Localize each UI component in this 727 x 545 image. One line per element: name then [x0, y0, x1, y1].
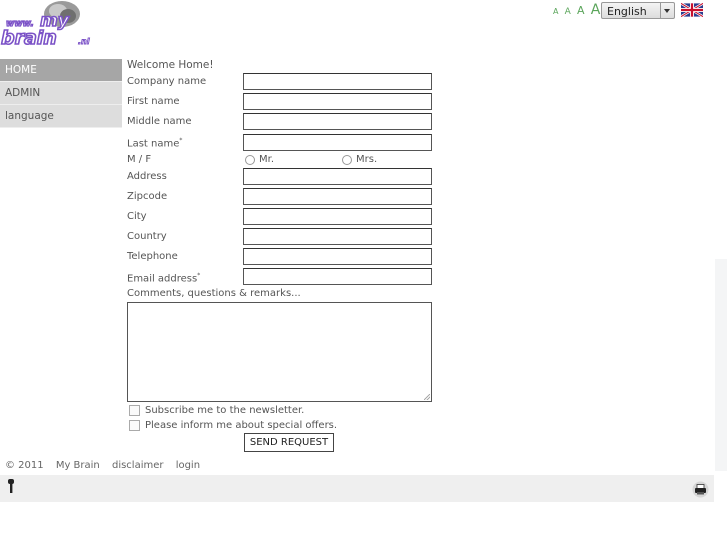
- sidebar-nav: HOME ADMIN language: [0, 59, 122, 128]
- city-label: City: [127, 211, 147, 222]
- key-icon[interactable]: [7, 479, 15, 493]
- middle-name-label: Middle name: [127, 116, 192, 127]
- special-offers-checkbox[interactable]: [129, 420, 140, 431]
- radio-mrs-label: Mrs.: [356, 154, 378, 165]
- font-size-medium[interactable]: A: [577, 4, 585, 17]
- telephone-label: Telephone: [127, 251, 178, 262]
- radio-mr-label: Mr.: [259, 154, 274, 165]
- footer-link-my-brain[interactable]: My Brain: [56, 460, 100, 471]
- middle-name-input[interactable]: [243, 113, 432, 130]
- copyright: © 2011: [5, 460, 44, 471]
- special-offers-label: Please inform me about special offers.: [145, 420, 338, 431]
- footer-link-login[interactable]: login: [176, 460, 200, 471]
- zipcode-input[interactable]: [243, 188, 432, 205]
- font-size-small[interactable]: A: [565, 7, 571, 17]
- required-marker: *: [179, 137, 183, 144]
- page-title: Welcome Home!: [127, 59, 214, 71]
- email-input[interactable]: [243, 268, 432, 285]
- font-size-smallest[interactable]: A: [553, 7, 558, 16]
- site-logo[interactable]: www. my brain .nl: [0, 0, 96, 48]
- last-name-label: Last name*: [127, 137, 182, 149]
- uk-flag-icon[interactable]: [681, 3, 703, 17]
- comments-label: Comments, questions & remarks...: [127, 288, 301, 299]
- sidebar-item-admin[interactable]: ADMIN: [0, 82, 122, 105]
- first-name-label: First name: [127, 96, 180, 107]
- language-select[interactable]: English: [601, 2, 675, 19]
- company-name-input[interactable]: [243, 73, 432, 90]
- chevron-down-icon[interactable]: [660, 3, 674, 18]
- address-label: Address: [127, 171, 167, 182]
- last-name-label-text: Last name: [127, 138, 180, 150]
- first-name-input[interactable]: [243, 93, 432, 110]
- city-input[interactable]: [243, 208, 432, 225]
- company-name-label: Company name: [127, 76, 207, 87]
- sidebar-item-home[interactable]: HOME: [0, 59, 122, 82]
- country-label: Country: [127, 231, 167, 242]
- email-label-text: Email address: [127, 273, 198, 285]
- radio-mr[interactable]: [245, 155, 255, 165]
- footer-link-disclaimer[interactable]: disclaimer: [112, 460, 164, 471]
- last-name-input[interactable]: [243, 134, 432, 151]
- comments-textarea[interactable]: [127, 302, 432, 402]
- radio-mrs[interactable]: [342, 155, 352, 165]
- printer-icon[interactable]: [692, 481, 709, 498]
- resize-grip-icon[interactable]: [424, 394, 430, 400]
- scrollbar[interactable]: [715, 259, 727, 471]
- required-marker: *: [197, 272, 201, 279]
- email-label: Email address*: [127, 272, 200, 284]
- newsletter-checkbox[interactable]: [129, 405, 140, 416]
- logo-brain: brain: [1, 27, 57, 48]
- sidebar-item-language[interactable]: language: [0, 105, 122, 128]
- footer: © 2011 My Brain disclaimer login: [5, 460, 209, 471]
- gender-label: M / F: [127, 154, 152, 165]
- font-size-selector: A A A A: [553, 2, 603, 18]
- font-size-large[interactable]: A: [591, 2, 601, 18]
- address-input[interactable]: [243, 168, 432, 185]
- newsletter-label: Subscribe me to the newsletter.: [145, 405, 305, 416]
- zipcode-label: Zipcode: [127, 191, 168, 202]
- send-request-button[interactable]: SEND REQUEST: [244, 433, 334, 452]
- country-input[interactable]: [243, 228, 432, 245]
- bottom-bar: [0, 475, 714, 502]
- logo-tld: .nl: [78, 37, 90, 46]
- language-select-value: English: [607, 5, 647, 18]
- telephone-input[interactable]: [243, 248, 432, 265]
